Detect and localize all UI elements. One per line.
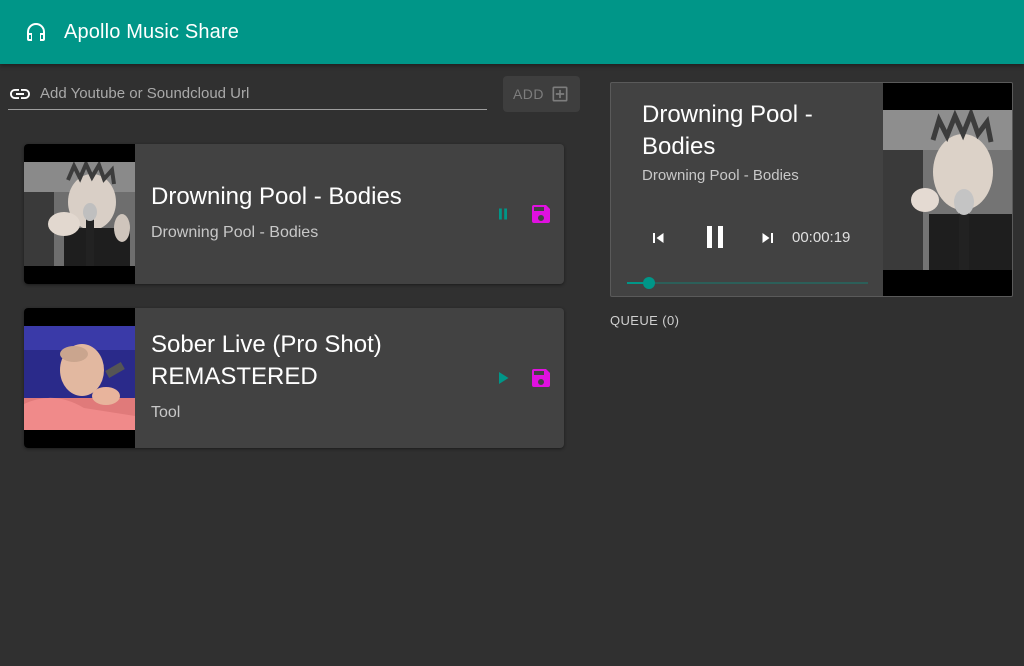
progress-slider[interactable] bbox=[627, 282, 868, 284]
pause-icon[interactable] bbox=[491, 202, 515, 226]
playback-time: 00:00:19 bbox=[792, 229, 851, 246]
headphones-icon bbox=[24, 20, 48, 44]
add-song-form: ADD bbox=[8, 76, 580, 112]
app-bar: Apollo Music Share bbox=[0, 0, 1024, 64]
song-title: Drowning Pool - Bodies bbox=[151, 183, 402, 210]
song-thumbnail bbox=[24, 144, 135, 284]
play-icon[interactable] bbox=[491, 366, 515, 390]
skip-previous-icon[interactable] bbox=[646, 226, 670, 250]
song-title: Sober Live (Pro Shot) REMASTERED bbox=[151, 331, 382, 390]
song-thumbnail bbox=[24, 308, 135, 448]
player-title: Drowning Pool - Bodies bbox=[642, 101, 813, 160]
pause-icon[interactable] bbox=[697, 219, 733, 255]
skip-next-icon[interactable] bbox=[756, 226, 780, 250]
song-card: Sober Live (Pro Shot) REMASTERED Tool bbox=[24, 308, 564, 448]
add-button-label: ADD bbox=[512, 86, 545, 102]
url-field bbox=[8, 76, 487, 110]
add-box-icon bbox=[550, 84, 570, 104]
link-icon bbox=[8, 82, 32, 106]
song-artist: Tool bbox=[151, 404, 181, 421]
save-icon[interactable] bbox=[529, 202, 553, 226]
app-title: Apollo Music Share bbox=[64, 20, 240, 43]
add-button[interactable]: ADD bbox=[503, 76, 580, 112]
save-icon[interactable] bbox=[529, 366, 553, 390]
song-artist: Drowning Pool - Bodies bbox=[151, 224, 319, 241]
player-thumbnail bbox=[883, 83, 1012, 296]
song-player: Drowning Pool - Bodies Drowning Pool - B… bbox=[610, 82, 1013, 297]
player-subtitle: Drowning Pool - Bodies bbox=[642, 167, 799, 184]
progress-slider-thumb[interactable] bbox=[642, 277, 655, 289]
song-card: Drowning Pool - Bodies Drowning Pool - B… bbox=[24, 144, 564, 284]
queue-label: QUEUE (0) bbox=[610, 313, 680, 328]
url-input[interactable] bbox=[40, 80, 480, 106]
